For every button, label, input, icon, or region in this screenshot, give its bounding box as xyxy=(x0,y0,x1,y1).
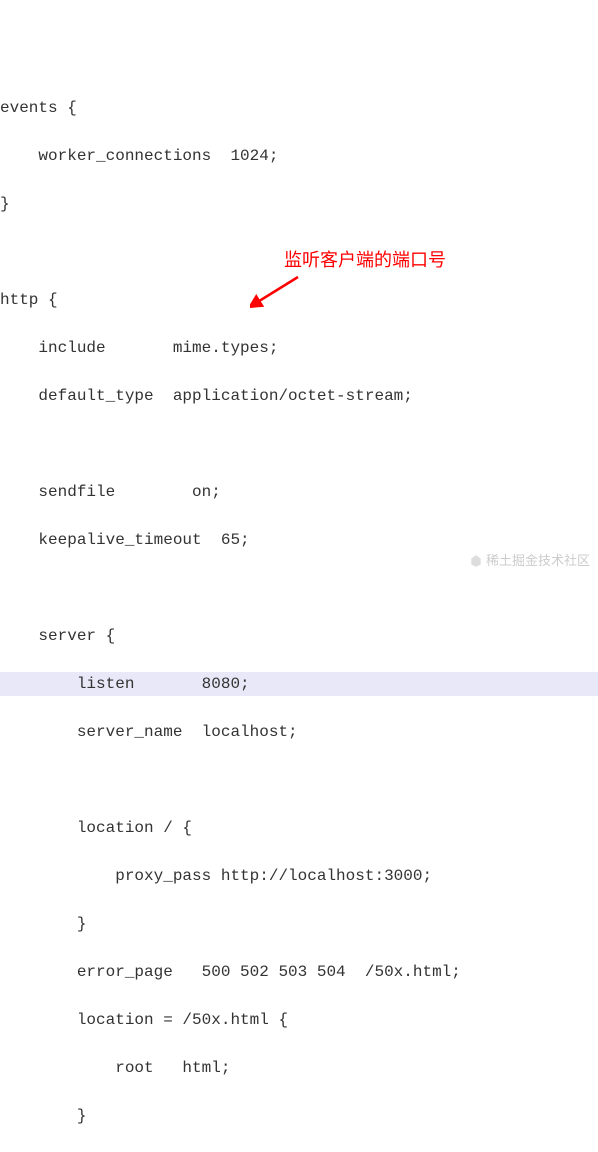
annotation-label: 监听客户端的端口号 xyxy=(284,247,446,274)
code-line: } xyxy=(0,1104,598,1128)
code-line: default_type application/octet-stream; xyxy=(0,384,598,408)
code-line: root html; xyxy=(0,1056,598,1080)
code-line: events { xyxy=(0,96,598,120)
watermark-icon xyxy=(469,554,483,568)
watermark: 稀土掘金技术社区 xyxy=(462,531,590,570)
watermark-text: 稀土掘金技术社区 xyxy=(486,553,590,568)
code-line: sendfile on; xyxy=(0,480,598,504)
code-line xyxy=(0,432,598,456)
code-line-highlighted: listen 8080; xyxy=(0,672,598,696)
code-line: http { xyxy=(0,288,598,312)
code-line: include mime.types; xyxy=(0,336,598,360)
code-line: } xyxy=(0,192,598,216)
code-line: error_page 500 502 503 504 /50x.html; xyxy=(0,960,598,984)
code-line: worker_connections 1024; xyxy=(0,144,598,168)
code-line xyxy=(0,768,598,792)
code-line: server { xyxy=(0,624,598,648)
code-line: server_name localhost; xyxy=(0,720,598,744)
code-line: proxy_pass http://localhost:3000; xyxy=(0,864,598,888)
code-line: } xyxy=(0,912,598,936)
code-line: location / { xyxy=(0,816,598,840)
code-line xyxy=(0,576,598,600)
code-line: location = /50x.html { xyxy=(0,1008,598,1032)
